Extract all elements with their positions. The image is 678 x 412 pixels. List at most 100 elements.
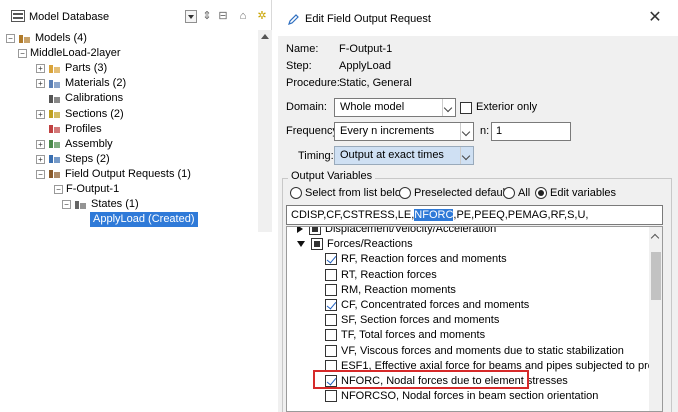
exterior-only-checkbox[interactable]: [460, 102, 472, 114]
steps-icon: [49, 155, 60, 164]
tree-item-label: Steps (2): [65, 152, 110, 165]
expand-icon[interactable]: +: [36, 109, 45, 119]
output-option-radio[interactable]: [503, 187, 515, 199]
expand-icon[interactable]: +: [36, 139, 45, 149]
domain-label: Domain:: [286, 101, 327, 113]
tree-item-label: Materials (2): [65, 77, 127, 90]
frequency-select[interactable]: Every n increments: [334, 122, 474, 141]
output-option-radio[interactable]: [535, 187, 547, 199]
group-checkbox[interactable]: [309, 227, 321, 235]
variable-label: NFORCSO, Nodal forces in beam section or…: [341, 390, 599, 403]
tree-item[interactable]: ApplyLoad (Created): [78, 212, 198, 228]
output-option-label: Preselected defaults: [414, 187, 514, 199]
variable-item[interactable]: CF, Concentrated forces and moments: [325, 297, 529, 313]
variable-checkbox[interactable]: [325, 344, 337, 357]
output-option-radio[interactable]: [399, 187, 411, 199]
timing-select[interactable]: Output at exact times: [334, 146, 474, 165]
output-option-radio[interactable]: [290, 187, 302, 199]
variable-checkbox[interactable]: [325, 253, 337, 266]
tree-item[interactable]: + Parts (3): [36, 61, 107, 76]
collapse-icon[interactable]: −: [54, 185, 63, 194]
tree-item[interactable]: − States (1): [62, 197, 139, 212]
tree-item[interactable]: − Models (4): [6, 31, 87, 46]
variable-group[interactable]: Forces/Reactions: [297, 236, 413, 252]
parts-icon: [49, 64, 60, 73]
scrollbar-thumb[interactable]: [651, 252, 661, 300]
expand-triangle-icon[interactable]: [297, 227, 303, 233]
model-tree: − Models (4) − MiddleLoad-2layer + Parts (3) +…: [0, 30, 258, 232]
dialog-titlebar: Edit Field Output Request ✕: [278, 0, 678, 36]
tree-item[interactable]: + Assembly: [36, 137, 113, 152]
procedure-value: Static, General: [339, 77, 412, 89]
calibrations-icon: [49, 94, 60, 103]
expand-icon[interactable]: +: [36, 79, 45, 89]
variable-item[interactable]: VF, Viscous forces and moments due to st…: [325, 343, 624, 359]
output-variable-list: NFORCSO, Nodal forces in beam section or…: [286, 226, 663, 412]
tree-item[interactable]: Profiles: [36, 122, 102, 137]
tree-item[interactable]: Calibrations: [36, 91, 123, 106]
scroll-up-icon[interactable]: [650, 233, 660, 243]
variable-list-scrollbar[interactable]: [649, 227, 662, 411]
collapse-icon[interactable]: −: [6, 34, 15, 43]
chevron-down-icon[interactable]: [460, 123, 473, 140]
variable-item[interactable]: SF, Section forces and moments: [325, 312, 499, 328]
tree-item[interactable]: + Steps (2): [36, 152, 110, 167]
variable-checkbox[interactable]: [325, 283, 337, 296]
variables-input[interactable]: CDISP,CF,CSTRESS,LE,NFORC,PE,PEEQ,PEMAG,…: [286, 205, 663, 225]
n-input[interactable]: 1: [491, 122, 571, 141]
variable-item[interactable]: RM, Reaction moments: [325, 282, 456, 298]
updown-arrows-icon[interactable]: ⇕: [200, 9, 214, 23]
variable-checkbox[interactable]: [325, 329, 337, 342]
variable-label: Displacement/Velocity/Acceleration: [325, 226, 497, 235]
variable-group[interactable]: Displacement/Velocity/Acceleration: [297, 226, 497, 237]
variable-checkbox[interactable]: [325, 299, 337, 311]
variable-checkbox[interactable]: [325, 314, 337, 327]
variable-item[interactable]: TF, Total forces and moments: [325, 327, 485, 343]
chevron-down-icon[interactable]: [442, 99, 455, 116]
tree-filter-icon[interactable]: ⊟: [216, 9, 230, 23]
tree-item[interactable]: − Field Output Requests (1): [36, 167, 191, 182]
tree-item[interactable]: + Sections (2): [36, 107, 124, 122]
frequency-label: Frequency:: [286, 125, 342, 137]
edit-pencil-icon: [288, 14, 299, 25]
n-label: n:: [480, 125, 490, 137]
expand-icon[interactable]: +: [36, 64, 45, 74]
model-database-dropdown[interactable]: [185, 10, 197, 23]
collapse-icon[interactable]: −: [36, 169, 45, 179]
close-icon[interactable]: ✕: [647, 9, 663, 27]
profiles-icon: [49, 125, 60, 134]
materials-icon: [49, 79, 60, 88]
tree-lock-icon[interactable]: ⌂: [236, 9, 250, 23]
collapse-triangle-icon[interactable]: [297, 241, 305, 248]
collapse-icon[interactable]: −: [18, 49, 27, 59]
variable-item[interactable]: RF, Reaction forces and moments: [325, 251, 507, 267]
tree-item-label: MiddleLoad-2layer: [30, 47, 121, 60]
variable-checkbox[interactable]: [325, 390, 337, 403]
scroll-up-icon[interactable]: [261, 34, 269, 39]
tree-item-label: Sections (2): [65, 107, 124, 120]
chevron-down-icon[interactable]: [460, 147, 473, 164]
variable-item[interactable]: NFORCSO, Nodal forces in beam section or…: [325, 388, 598, 404]
tree-item-label: ApplyLoad (Created): [90, 212, 198, 228]
variables-text-before: CDISP,CF,CSTRESS,LE,: [291, 209, 415, 221]
name-value: F-Output-1: [339, 43, 393, 55]
model-database-label: Model Database: [29, 11, 110, 23]
variable-label: TF, Total forces and moments: [341, 329, 486, 342]
variable-label: VF, Viscous forces and moments due to st…: [341, 344, 624, 357]
tree-scrollbar[interactable]: [258, 30, 272, 232]
bulb-icon[interactable]: ✲: [255, 9, 269, 23]
variable-label: SF, Section forces and moments: [341, 314, 500, 327]
domain-select-value: Whole model: [340, 101, 405, 113]
group-checkbox[interactable]: [311, 238, 323, 251]
database-icon: [11, 10, 25, 22]
variable-checkbox[interactable]: [325, 268, 337, 281]
tree-item-label: Calibrations: [65, 92, 124, 105]
collapse-icon[interactable]: −: [62, 200, 71, 210]
domain-select[interactable]: Whole model: [334, 98, 456, 117]
frequency-select-value: Every n increments: [340, 125, 435, 137]
variable-item[interactable]: RT, Reaction forces: [325, 267, 437, 283]
expand-icon[interactable]: +: [36, 154, 45, 164]
tree-item[interactable]: + Materials (2): [36, 76, 126, 91]
tree-item[interactable]: − MiddleLoad-2layer: [18, 46, 121, 61]
tree-item[interactable]: − F-Output-1: [54, 182, 119, 197]
